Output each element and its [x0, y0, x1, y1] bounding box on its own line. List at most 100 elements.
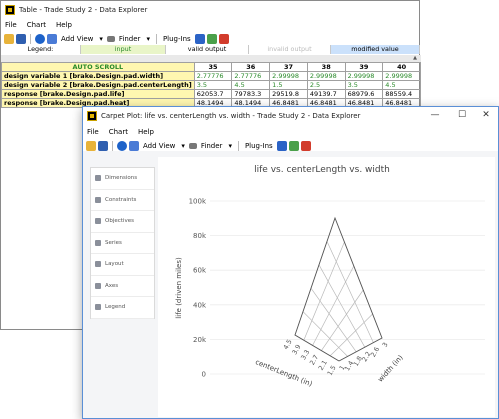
column-header[interactable]: 37	[269, 62, 308, 72]
panel-item-constraints[interactable]: Constraints	[91, 190, 154, 211]
plugin-icon-3[interactable]	[218, 33, 229, 44]
close-button[interactable]: ✕	[477, 107, 495, 124]
table-window-title: Table - Trade Study 2 - Data Explorer	[19, 5, 148, 14]
settings-panel: Dimensions Constraints Objectives Series…	[90, 167, 155, 319]
table-cell[interactable]: 79783.3	[231, 89, 271, 99]
finder-dropdown-icon[interactable]: ▾	[228, 142, 232, 150]
table-cell[interactable]: 3.5	[344, 80, 384, 90]
table-cell[interactable]: 68979.6	[344, 89, 384, 99]
scroll-up-arrow-icon[interactable]: ▲	[411, 55, 419, 62]
plugin-icon-3[interactable]	[300, 140, 311, 151]
layout-icon	[95, 261, 101, 268]
plugin-icon-2[interactable]	[206, 33, 217, 44]
panel-item-label: Series	[105, 239, 122, 246]
panel-item-series[interactable]: Series	[91, 233, 154, 254]
menu-chart[interactable]: Chart	[27, 21, 46, 29]
save-icon[interactable]	[98, 140, 108, 151]
open-icon[interactable]	[4, 33, 14, 44]
dimensions-icon	[95, 175, 101, 182]
plugin-icon-1[interactable]	[194, 33, 205, 44]
table-titlebar[interactable]: Table - Trade Study 2 - Data Explorer	[1, 1, 419, 18]
help-icon[interactable]	[35, 33, 45, 44]
menu-help[interactable]: Help	[138, 128, 154, 136]
panel-item-label: Dimensions	[105, 175, 138, 182]
table-cell[interactable]: 2.99998	[344, 71, 384, 81]
panel-item-label: Objectives	[105, 218, 134, 225]
plugins-button[interactable]: Plug-Ins	[163, 35, 191, 43]
table-cell[interactable]: 3.5	[193, 80, 233, 90]
app-icon	[5, 4, 15, 15]
table-cell[interactable]: 29519.8	[269, 89, 308, 99]
toolbar-separator	[30, 33, 31, 44]
finder-dropdown-icon[interactable]: ▾	[146, 35, 150, 43]
table-cell[interactable]: 2.99998	[269, 71, 308, 81]
panel-item-layout[interactable]: Layout	[91, 254, 154, 276]
plugin-icon-1[interactable]	[276, 140, 287, 151]
finder-button[interactable]: Finder	[119, 35, 141, 43]
panel-item-label: Constraints	[105, 196, 137, 203]
panel-item-objectives[interactable]: Objectives	[91, 211, 154, 233]
table-cell[interactable]: 88559.4	[382, 89, 421, 99]
add-view-button[interactable]: Add View	[61, 35, 93, 43]
column-header[interactable]: 36	[231, 62, 271, 72]
plugin-icon-2[interactable]	[288, 140, 299, 151]
finder-icon	[188, 142, 197, 149]
add-view-dropdown-icon[interactable]: ▾	[99, 35, 103, 43]
finder-icon	[106, 35, 115, 42]
table-cell[interactable]: 2.99998	[382, 71, 421, 81]
save-icon[interactable]	[16, 33, 26, 44]
column-header[interactable]: 38	[306, 62, 346, 72]
row-label[interactable]: design variable 1 [brake.Design.pad.widt…	[1, 71, 195, 81]
chart-window-title: Carpet Plot: life vs. centerLength vs. w…	[101, 111, 361, 120]
finder-button[interactable]: Finder	[201, 142, 223, 150]
table-cell[interactable]: 2.5	[306, 80, 346, 90]
objectives-icon	[95, 218, 101, 225]
panel-item-axes[interactable]: Axes	[91, 276, 154, 297]
toolbar-separator	[155, 33, 157, 44]
axes-icon	[95, 282, 101, 289]
table-cell[interactable]: 2.77776	[193, 71, 233, 81]
menu-chart[interactable]: Chart	[109, 128, 128, 136]
legend-label: Legend:	[1, 45, 81, 54]
panel-item-legend[interactable]: Legend	[91, 297, 154, 319]
table-cell[interactable]: 4.5	[231, 80, 271, 90]
table-cell[interactable]: 1.5	[269, 80, 308, 90]
plugins-button[interactable]: Plug-Ins	[245, 142, 273, 150]
legend-modified-value: modified value	[331, 45, 420, 54]
menu-file[interactable]: File	[87, 128, 99, 136]
add-view-button[interactable]: Add View	[143, 142, 175, 150]
constraints-icon	[95, 196, 101, 203]
minimize-button[interactable]: —	[426, 107, 444, 124]
series-icon	[95, 239, 101, 246]
table-menubar: File Chart Help	[1, 18, 419, 31]
menu-help[interactable]: Help	[56, 21, 72, 29]
auto-scroll-header[interactable]: AUTO SCROLL	[1, 62, 195, 72]
table-cell[interactable]: 62053.7	[193, 89, 233, 99]
menu-file[interactable]: File	[5, 21, 17, 29]
chart-menubar: File Chart Help	[83, 125, 498, 138]
open-icon[interactable]	[86, 140, 96, 151]
row-label[interactable]: response [brake.Design.pad.life]	[1, 89, 195, 99]
legend-valid-output: valid output	[166, 45, 249, 54]
table-cell[interactable]: 49139.7	[306, 89, 346, 99]
table-cell[interactable]: 2.77776	[231, 71, 271, 81]
help-icon[interactable]	[117, 140, 127, 151]
toolbar-separator	[112, 140, 113, 151]
table-header-row: AUTO SCROLL 35 36 37 38 39 40	[1, 62, 421, 72]
column-header[interactable]: 35	[193, 62, 233, 72]
panel-item-label: Axes	[105, 282, 119, 289]
panel-item-label: Legend	[105, 304, 126, 311]
legend-invalid-output: invalid output	[249, 45, 331, 54]
maximize-button[interactable]: ☐	[453, 107, 471, 124]
table-row: response [brake.Design.pad.life] 62053.7…	[1, 89, 421, 99]
table-cell[interactable]: 4.5	[382, 80, 421, 90]
table-toolbar: Add View ▾ Finder ▾ Plug-Ins	[1, 32, 419, 45]
panel-item-dimensions[interactable]: Dimensions	[91, 168, 154, 190]
toolbar-separator	[237, 140, 239, 151]
table-cell[interactable]: 2.99998	[306, 71, 346, 81]
horizontal-scrollbar[interactable]	[1, 55, 421, 62]
column-header[interactable]: 40	[382, 62, 421, 72]
add-view-dropdown-icon[interactable]: ▾	[181, 142, 185, 150]
column-header[interactable]: 39	[344, 62, 384, 72]
row-label[interactable]: design variable 2 [brake.Design.pad.cent…	[1, 80, 195, 90]
